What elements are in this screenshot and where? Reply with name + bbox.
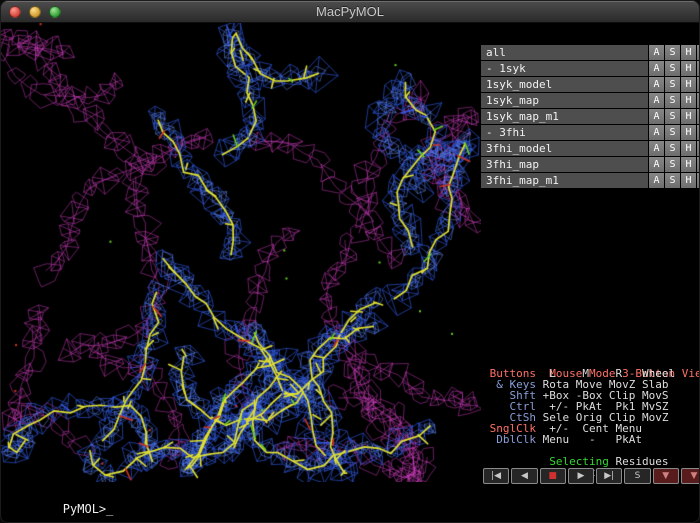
object-h-button[interactable]: H <box>681 61 696 76</box>
object-a-button[interactable]: A <box>649 45 664 60</box>
object-row: 3fhi_model ASHLC <box>481 141 700 156</box>
selecting-line: Selecting Residues <box>483 445 700 456</box>
mouse-rows: Buttons L M R Wheel & Keys Rota Move Mov… <box>483 368 700 445</box>
object-name[interactable]: all <box>481 45 648 60</box>
command-line[interactable]: PyMOL>_ <box>1 482 481 523</box>
object-h-button[interactable]: H <box>681 141 696 156</box>
object-a-button[interactable]: A <box>649 125 664 140</box>
viewport-canvas[interactable] <box>1 23 481 482</box>
object-h-button[interactable]: H <box>681 125 696 140</box>
object-a-button[interactable]: A <box>649 93 664 108</box>
object-name[interactable]: 1syk_model <box>481 77 648 92</box>
object-name[interactable]: 1syk_map_m1 <box>481 109 648 124</box>
titlebar[interactable]: MacPyMOL <box>1 1 699 23</box>
zoom-button[interactable] <box>49 6 61 18</box>
object-row: 1syk_model ASHLC <box>481 77 700 92</box>
object-row: 3fhi_map ASHLC <box>481 157 700 172</box>
mouse-row: DblClk Menu - PkAt <box>483 434 700 445</box>
window-title: MacPyMOL <box>316 4 384 19</box>
object-row: 1syk_map_m1 ASHLC <box>481 109 700 124</box>
object-h-button[interactable]: H <box>681 173 696 188</box>
minimize-button[interactable] <box>29 6 41 18</box>
object-name[interactable]: - 3fhi <box>481 125 648 140</box>
object-s-button[interactable]: S <box>665 157 680 172</box>
movie-controls: |◀◀■▶▶|S▼▼ <box>481 467 700 485</box>
object-s-button[interactable]: S <box>665 141 680 156</box>
object-name[interactable]: 3fhi_map <box>481 157 648 172</box>
side-panel: all ASHLC - 1syk ASHLC 1syk_model ASHLC … <box>481 23 700 523</box>
object-s-button[interactable]: S <box>665 173 680 188</box>
mouse-row-key: DblClk <box>483 433 536 446</box>
object-s-button[interactable]: S <box>665 109 680 124</box>
object-a-button[interactable]: A <box>649 61 664 76</box>
go-to-end-button[interactable]: ▶| <box>596 468 622 484</box>
window-controls <box>9 6 61 18</box>
object-row: - 3fhi ASHLC <box>481 125 700 140</box>
object-h-button[interactable]: H <box>681 45 696 60</box>
object-row: 3fhi_map_m1 ASHLC <box>481 173 700 188</box>
step-back-button[interactable]: ◀ <box>511 468 537 484</box>
object-a-button[interactable]: A <box>649 109 664 124</box>
object-name[interactable]: 1syk_map <box>481 93 648 108</box>
object-h-button[interactable]: H <box>681 77 696 92</box>
macpymol-window: MacPyMOL PyMOL>_ all ASHLC - 1syk ASHLC … <box>0 0 700 523</box>
object-name[interactable]: 3fhi_map_m1 <box>481 173 648 188</box>
object-panel: all ASHLC - 1syk ASHLC 1syk_model ASHLC … <box>481 45 700 189</box>
viewer-column: PyMOL>_ <box>1 23 481 523</box>
object-name[interactable]: 3fhi_model <box>481 141 648 156</box>
go-to-start-button[interactable]: |◀ <box>483 468 509 484</box>
play-button[interactable]: ▶ <box>568 468 594 484</box>
object-a-button[interactable]: A <box>649 141 664 156</box>
object-row: 1syk_map ASHLC <box>481 93 700 108</box>
panel-spacer <box>481 189 700 357</box>
object-row: all ASHLC <box>481 45 700 60</box>
stop-button[interactable]: ■ <box>540 468 566 484</box>
movie-menu-right-button[interactable]: ▼ <box>681 468 700 484</box>
object-s-button[interactable]: S <box>665 93 680 108</box>
main-area: PyMOL>_ all ASHLC - 1syk ASHLC 1syk_mode… <box>1 23 699 523</box>
mouse-row-values: Menu - PkAt <box>536 433 642 446</box>
object-s-button[interactable]: S <box>665 77 680 92</box>
scene-button[interactable]: S <box>624 468 650 484</box>
object-h-button[interactable]: H <box>681 93 696 108</box>
command-prompt: PyMOL>_ <box>63 502 114 516</box>
object-name[interactable]: - 1syk <box>481 61 648 76</box>
mouse-panel: Mouse Mode 3-Button Viewing Buttons L M … <box>481 357 700 467</box>
object-s-button[interactable]: S <box>665 61 680 76</box>
object-a-button[interactable]: A <box>649 77 664 92</box>
object-s-button[interactable]: S <box>665 125 680 140</box>
object-h-button[interactable]: H <box>681 109 696 124</box>
object-h-button[interactable]: H <box>681 157 696 172</box>
object-a-button[interactable]: A <box>649 157 664 172</box>
movie-menu-left-button[interactable]: ▼ <box>653 468 679 484</box>
object-a-button[interactable]: A <box>649 173 664 188</box>
object-s-button[interactable]: S <box>665 45 680 60</box>
object-row: - 1syk ASHLC <box>481 61 700 76</box>
close-button[interactable] <box>9 6 21 18</box>
